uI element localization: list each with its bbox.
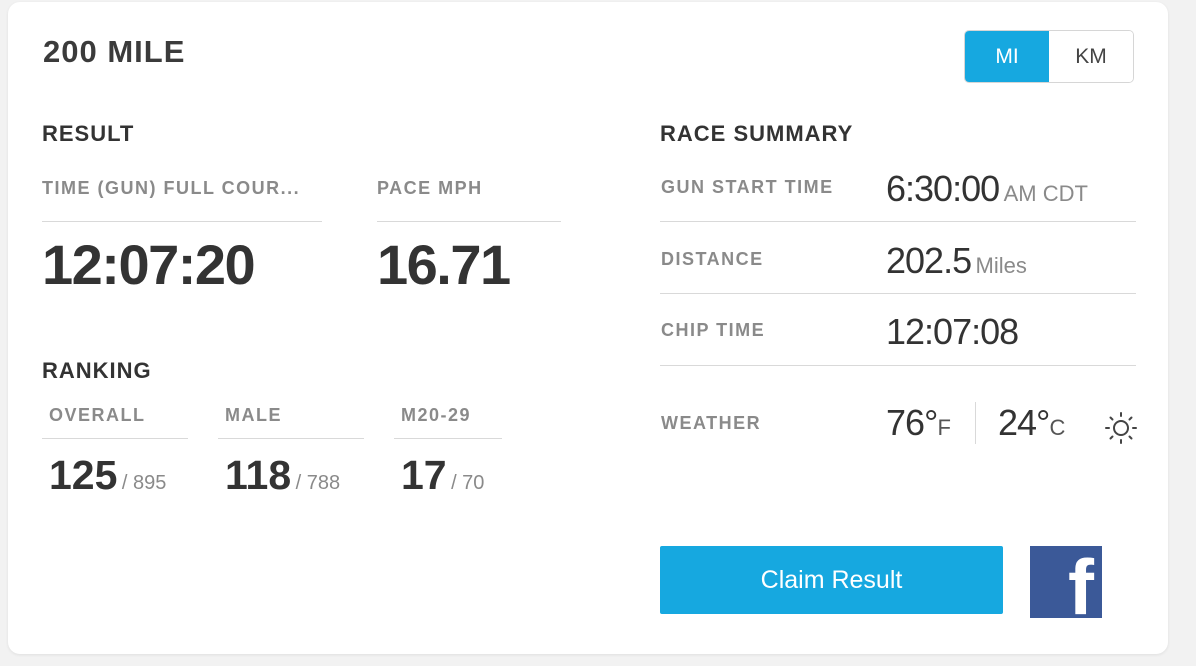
weather-label: WEATHER — [661, 413, 762, 433]
result-heading: RESULT — [42, 121, 135, 146]
pace-label: PACE MPH — [377, 178, 483, 198]
time-value: 12:07:20 — [42, 233, 256, 296]
summary-divider-1 — [660, 221, 1136, 222]
gun-start: 6:30:00 AM CDT — [886, 168, 1088, 210]
temp-f-unit: F — [937, 415, 951, 440]
rank-overall-total: / 895 — [121, 472, 167, 494]
distance-label: DISTANCE — [661, 249, 764, 269]
rank-male-label: MALE — [225, 405, 282, 425]
rank-age-total: / 70 — [451, 472, 485, 494]
temp-c-value: 24° — [998, 402, 1050, 443]
weather-divider — [975, 402, 976, 444]
distance-unit: Miles — [975, 253, 1027, 278]
time-divider — [42, 221, 322, 222]
sun-icon — [1103, 410, 1139, 446]
pace-divider — [377, 221, 561, 222]
distance: 202.5 Miles — [886, 240, 1027, 282]
gun-start-value: 6:30:00 — [886, 168, 1000, 209]
unit-km-button[interactable]: KM — [1049, 31, 1133, 82]
summary-heading: RACE SUMMARY — [660, 121, 854, 146]
pace-value: 16.71 — [377, 233, 511, 296]
chip-time-label: CHIP TIME — [661, 320, 766, 340]
claim-result-button[interactable]: Claim Result — [660, 546, 1003, 614]
rank-age-label: M20-29 — [401, 405, 472, 425]
summary-divider-3 — [660, 365, 1136, 366]
race-title: 200 MILE — [43, 34, 186, 69]
rank-male-divider — [218, 438, 364, 439]
rank-overall-value: 125 — [49, 452, 118, 498]
chip-time: 12:07:08 — [886, 311, 1019, 353]
gun-start-label: GUN START TIME — [661, 177, 834, 197]
rank-overall-divider — [42, 438, 188, 439]
temp-c-unit: C — [1049, 415, 1066, 440]
chip-time-value: 12:07:08 — [886, 311, 1019, 352]
rank-male-value: 118 — [225, 452, 292, 498]
gun-start-suffix: AM CDT — [1003, 181, 1088, 206]
rank-age: 17 / 70 — [401, 452, 484, 499]
distance-value: 202.5 — [886, 240, 972, 281]
temp-f: 76°F — [886, 402, 951, 444]
rank-overall: 125 / 895 — [49, 452, 166, 499]
temp-f-value: 76° — [886, 402, 938, 443]
summary-divider-2 — [660, 293, 1136, 294]
time-label: TIME (GUN) FULL COUR... — [42, 178, 301, 198]
facebook-icon[interactable]: f — [1030, 546, 1102, 618]
rank-male-total: / 788 — [295, 472, 341, 494]
rank-age-divider — [394, 438, 502, 439]
rank-overall-label: OVERALL — [49, 405, 146, 425]
rank-male: 118 / 788 — [225, 452, 340, 499]
unit-toggle: MI KM — [964, 30, 1134, 83]
temp-c: 24°C — [998, 402, 1065, 444]
rank-age-value: 17 — [401, 452, 447, 498]
ranking-heading: RANKING — [42, 358, 152, 383]
unit-mi-button[interactable]: MI — [965, 31, 1049, 82]
